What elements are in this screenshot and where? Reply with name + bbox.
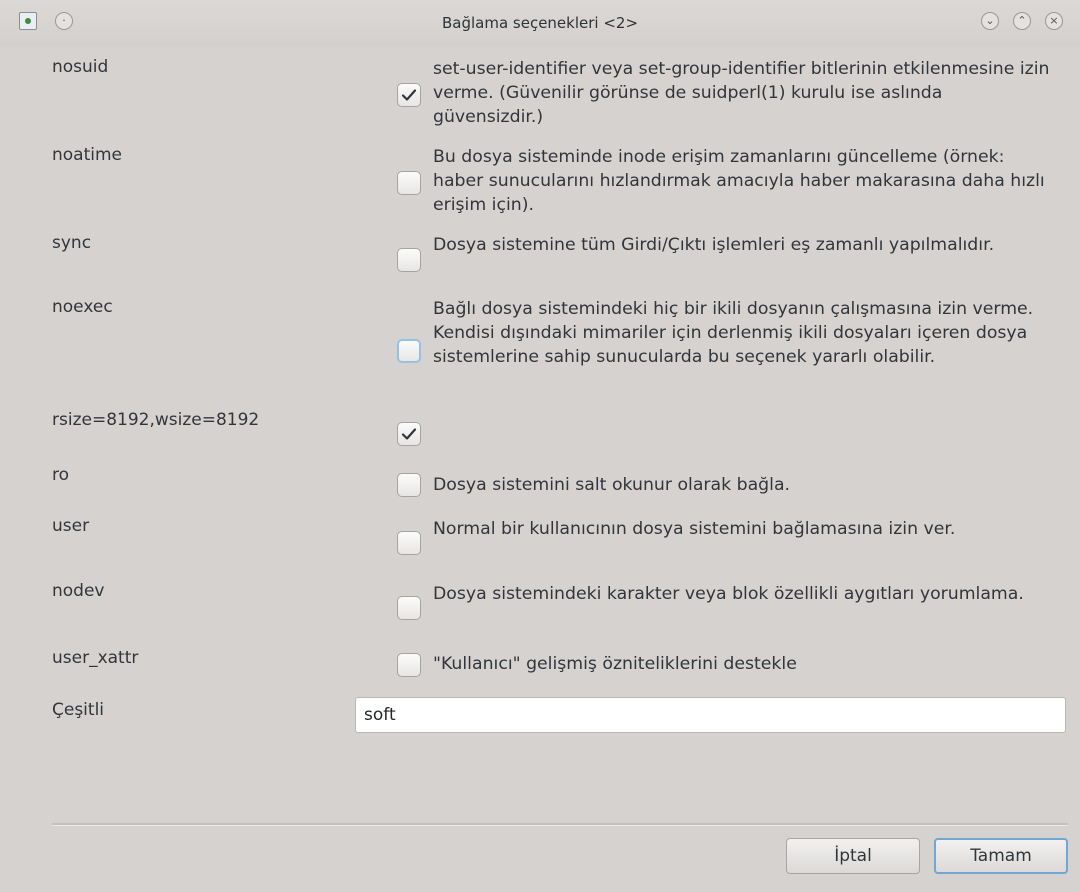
option-description-noatime: Bu dosya sisteminde inode erişim zamanla… [433, 147, 1045, 215]
misc-options-input[interactable] [355, 697, 1066, 733]
option-label-noatime: noatime [52, 145, 123, 165]
checkbox-user[interactable] [397, 531, 421, 555]
maximize-button[interactable]: ⌃ [1013, 12, 1031, 30]
option-label-rsize-wsize: rsize=8192,wsize=8192 [52, 410, 260, 430]
separator [52, 823, 1068, 826]
option-description-user-xattr: "Kullanıcı" gelişmiş özniteliklerini des… [433, 654, 797, 674]
option-label-nosuid: nosuid [52, 57, 109, 77]
option-label-ro: ro [52, 465, 70, 485]
option-label-noexec: noexec [52, 297, 113, 317]
option-description-noexec: Bağlı dosya sistemindeki hiç bir ikili d… [433, 299, 1034, 367]
option-description-nosuid: set-user-identifier veya set-group-ident… [433, 59, 1050, 127]
option-label-user: user [52, 516, 90, 536]
option-label-sync: sync [52, 233, 92, 253]
checkbox-noatime[interactable] [397, 171, 421, 195]
option-description-sync: Dosya sistemine tüm Girdi/Çıktı işlemler… [433, 235, 995, 255]
checkmark-icon [401, 89, 417, 101]
ok-button[interactable]: Tamam [934, 838, 1068, 874]
option-description-user: Normal bir kullanıcının dosya sistemini … [433, 519, 956, 539]
cancel-button[interactable]: İptal [786, 838, 920, 874]
option-label-user-xattr: user_xattr [52, 648, 139, 668]
close-button[interactable]: × [1045, 12, 1063, 30]
minimize-button[interactable]: ⌄ [981, 12, 999, 30]
checkbox-ro[interactable] [397, 473, 421, 497]
option-label-nodev: nodev [52, 581, 105, 601]
checkbox-nosuid[interactable] [397, 83, 421, 107]
checkbox-user-xattr[interactable] [397, 653, 421, 677]
checkmark-icon [401, 428, 417, 440]
window-title: Bağlama seçenekleri <2> [441, 14, 639, 32]
checkbox-noexec[interactable] [397, 339, 421, 363]
misc-label: Çeşitli [52, 700, 105, 720]
option-description-ro: Dosya sistemini salt okunur olarak bağla… [433, 475, 791, 495]
checkbox-nodev[interactable] [397, 596, 421, 620]
checkbox-sync[interactable] [397, 248, 421, 272]
option-description-nodev: Dosya sistemindeki karakter veya blok öz… [433, 584, 1024, 604]
title-bar: · Bağlama seçenekleri <2> ⌄ ⌃ × [0, 0, 1080, 46]
checkbox-rsize-wsize[interactable] [397, 422, 421, 446]
